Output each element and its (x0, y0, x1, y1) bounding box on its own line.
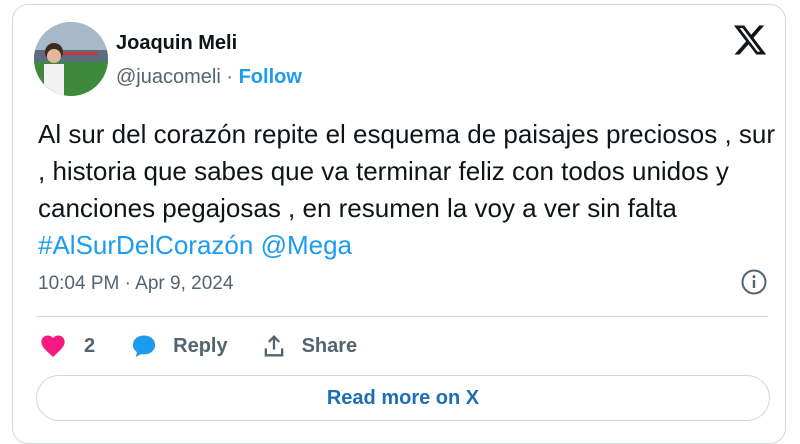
tweet-timestamp[interactable]: 10:04 PM · Apr 9, 2024 (38, 273, 233, 295)
share-button[interactable]: Share (260, 332, 358, 360)
share-icon (264, 335, 283, 357)
share-label: Share (301, 334, 358, 357)
separator-dot: · (226, 66, 234, 88)
author-name[interactable]: Joaquin Meli (116, 32, 237, 55)
reply-button[interactable]: Reply (129, 332, 228, 360)
avatar-image (34, 22, 108, 96)
hashtag-link[interactable]: #AlSurDelCorazón (38, 230, 253, 260)
follow-button[interactable]: Follow (239, 66, 302, 88)
avatar[interactable] (34, 22, 108, 96)
tweet-body: Al sur del corazón repite el esquema de … (38, 119, 776, 223)
author-handle[interactable]: @juacomeli (116, 66, 221, 88)
heart-icon (41, 335, 65, 357)
like-count: 2 (84, 334, 96, 357)
action-bar: 2 Reply Share (38, 331, 357, 361)
mention-link[interactable]: @Mega (261, 230, 352, 260)
tweet-text: Al sur del corazón repite el esquema de … (38, 116, 778, 264)
author-handle-row: @juacomeli · Follow (116, 66, 302, 89)
reply-bubble-icon (133, 335, 156, 358)
divider (36, 316, 768, 317)
reply-label: Reply (173, 334, 228, 357)
like-button[interactable]: 2 (38, 332, 95, 360)
info-icon[interactable] (740, 268, 768, 296)
read-more-button[interactable]: Read more on X (36, 375, 770, 421)
x-logo-icon[interactable] (732, 22, 768, 58)
